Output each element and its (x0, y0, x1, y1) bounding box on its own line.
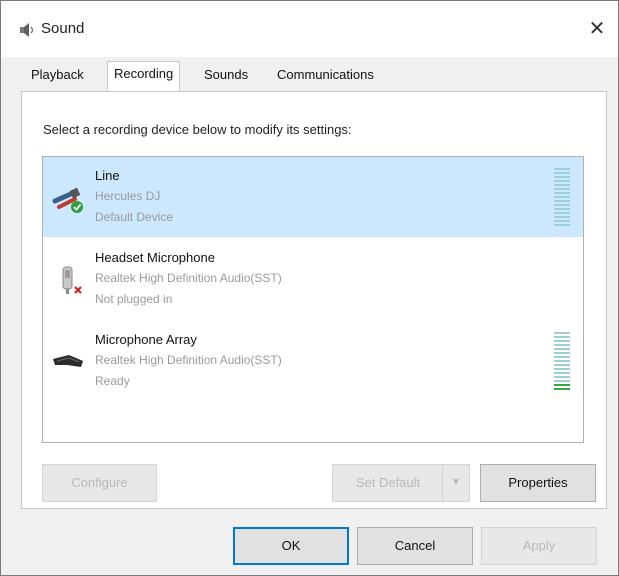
cancel-button[interactable]: Cancel (357, 527, 473, 565)
level-meter (554, 167, 570, 227)
device-description: Realtek High Definition Audio(SST) (95, 271, 282, 285)
meter-segment (554, 332, 570, 334)
meter-segment (554, 348, 570, 350)
properties-button[interactable]: Properties (480, 464, 596, 502)
speaker-icon (20, 23, 34, 37)
meter-segment (554, 188, 570, 190)
tab-sounds[interactable]: Sounds (204, 67, 248, 82)
meter-segment (554, 212, 570, 214)
chevron-down-icon[interactable]: ▼ (442, 465, 469, 501)
meter-segment (554, 344, 570, 346)
meter-segment (554, 224, 570, 226)
device-item-line[interactable]: Line Hercules DJ Default Device (43, 157, 583, 237)
meter-segment (554, 200, 570, 202)
meter-segment (554, 376, 570, 378)
meter-segment (554, 220, 570, 222)
close-button[interactable]: ✕ (576, 9, 618, 49)
set-default-button[interactable]: Set Default ▼ (332, 464, 470, 502)
meter-segment (554, 372, 570, 374)
meter-segment (554, 172, 570, 174)
meter-segment (554, 192, 570, 194)
meter-segment (554, 176, 570, 178)
meter-segment (554, 364, 570, 366)
meter-segment (554, 352, 570, 354)
tab-playback[interactable]: Playback (31, 67, 84, 82)
recording-panel: Select a recording device below to modif… (21, 91, 607, 509)
sound-dialog: Sound ✕ Playback Recording Sounds Commun… (0, 0, 619, 576)
meter-segment (554, 196, 570, 198)
ok-button[interactable]: OK (233, 527, 349, 565)
device-status: Default Device (95, 210, 174, 224)
instruction-text: Select a recording device below to modif… (43, 122, 352, 137)
window-title: Sound (41, 20, 85, 37)
title-bar[interactable]: Sound ✕ (1, 1, 618, 57)
device-description: Hercules DJ (95, 189, 161, 203)
meter-segment (554, 380, 570, 382)
device-name: Headset Microphone (95, 250, 215, 265)
microphone-array-icon (53, 355, 83, 367)
set-default-label: Set Default (355, 475, 421, 490)
meter-segment (554, 360, 570, 362)
device-name: Microphone Array (95, 332, 197, 347)
device-description: Realtek High Definition Audio(SST) (95, 353, 282, 367)
device-status: Not plugged in (95, 292, 173, 306)
device-item-microphone-array[interactable]: Microphone Array Realtek High Definition… (43, 321, 583, 401)
meter-segment (554, 336, 570, 338)
device-item-headset-microphone[interactable]: Headset Microphone Realtek High Definiti… (43, 239, 583, 319)
headset-microphone-icon (62, 266, 82, 294)
tab-recording[interactable]: Recording (107, 61, 181, 91)
line-in-icon (52, 187, 83, 213)
device-name: Line (95, 168, 120, 183)
meter-segment (554, 368, 570, 370)
configure-button[interactable]: Configure (42, 464, 157, 502)
meter-segment (554, 204, 570, 206)
device-list[interactable]: Line Hercules DJ Default Device Headset … (42, 156, 584, 443)
meter-segment (554, 168, 570, 170)
device-status: Ready (95, 374, 130, 388)
level-meter (554, 331, 570, 391)
meter-segment (554, 388, 570, 390)
apply-button[interactable]: Apply (481, 527, 597, 565)
meter-segment (554, 356, 570, 358)
meter-segment (554, 216, 570, 218)
meter-segment (554, 184, 570, 186)
close-icon: ✕ (588, 18, 606, 40)
tab-communications[interactable]: Communications (277, 67, 374, 82)
meter-segment (554, 384, 570, 386)
meter-segment (554, 180, 570, 182)
meter-segment (554, 208, 570, 210)
meter-segment (554, 340, 570, 342)
